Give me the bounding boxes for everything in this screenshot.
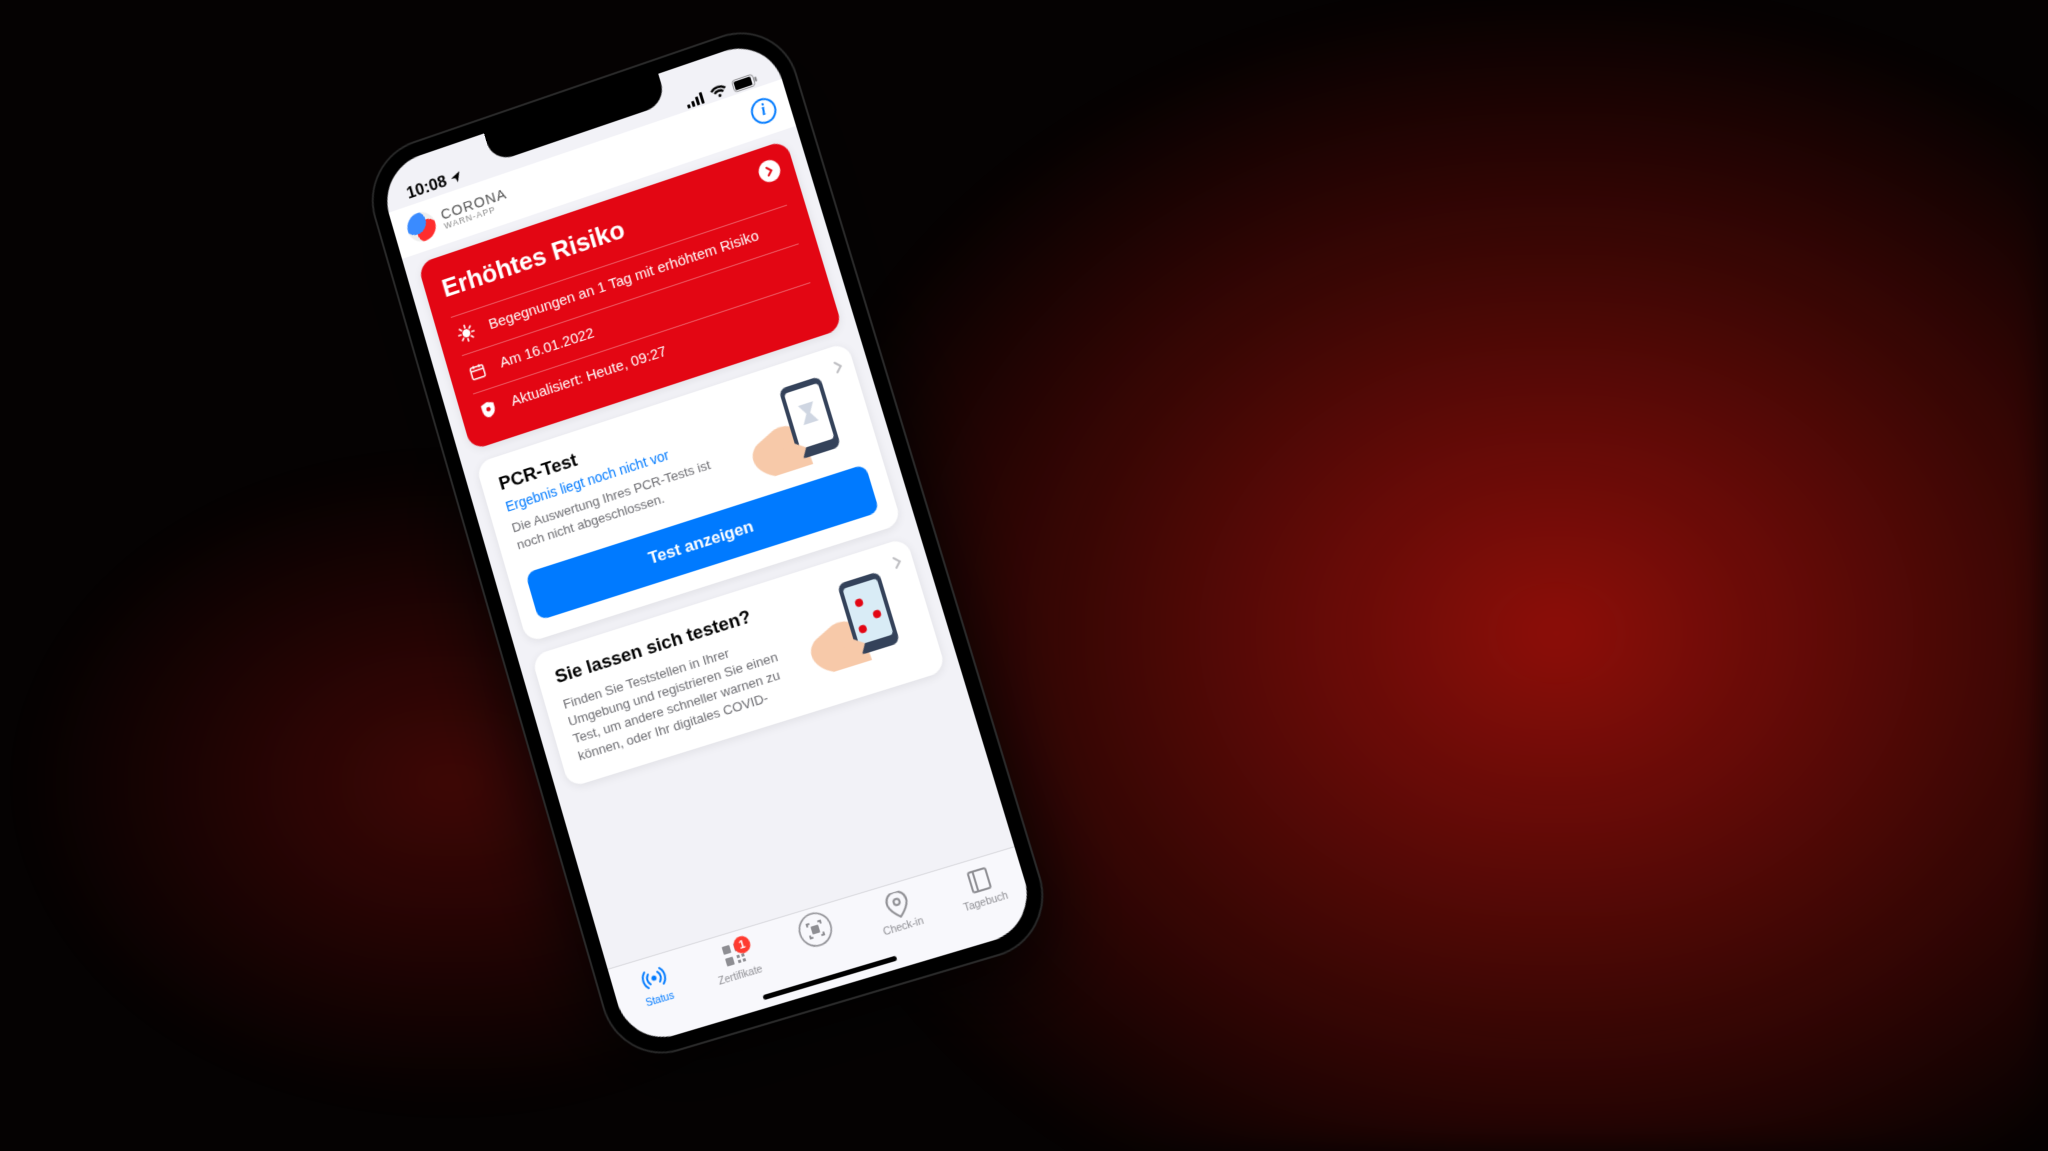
virus-icon	[454, 321, 479, 346]
iphone-frame: 10:08 CORONA WARN-APP	[358, 16, 1059, 1069]
tab-bar: Status 1 Zertifikate	[608, 846, 1039, 1048]
info-button[interactable]: i	[748, 95, 780, 128]
home-indicator[interactable]	[762, 956, 897, 1001]
tab-label: Tagebuch	[962, 889, 1010, 914]
calendar-icon	[465, 360, 490, 383]
tab-checkin[interactable]: Check-in	[852, 880, 946, 945]
tab-scan[interactable]	[771, 905, 861, 958]
hand-phone-map-icon	[780, 560, 920, 683]
tab-status[interactable]: Status	[610, 953, 702, 1017]
broadcast-icon	[638, 962, 670, 995]
location-icon	[448, 169, 464, 186]
pin-icon	[883, 889, 912, 921]
book-icon	[965, 864, 994, 896]
app-logo-icon	[404, 208, 439, 245]
tab-label: Check-in	[882, 915, 925, 939]
tab-diary[interactable]: Tagebuch	[934, 855, 1029, 920]
tab-label: Zertifikate	[717, 963, 764, 988]
screen: 10:08 CORONA WARN-APP	[376, 36, 1038, 1048]
tab-certificates[interactable]: 1 Zertifikate	[690, 929, 783, 993]
scan-icon	[795, 912, 835, 947]
hand-phone-hourglass-icon	[722, 364, 861, 486]
shield-icon	[476, 397, 502, 422]
